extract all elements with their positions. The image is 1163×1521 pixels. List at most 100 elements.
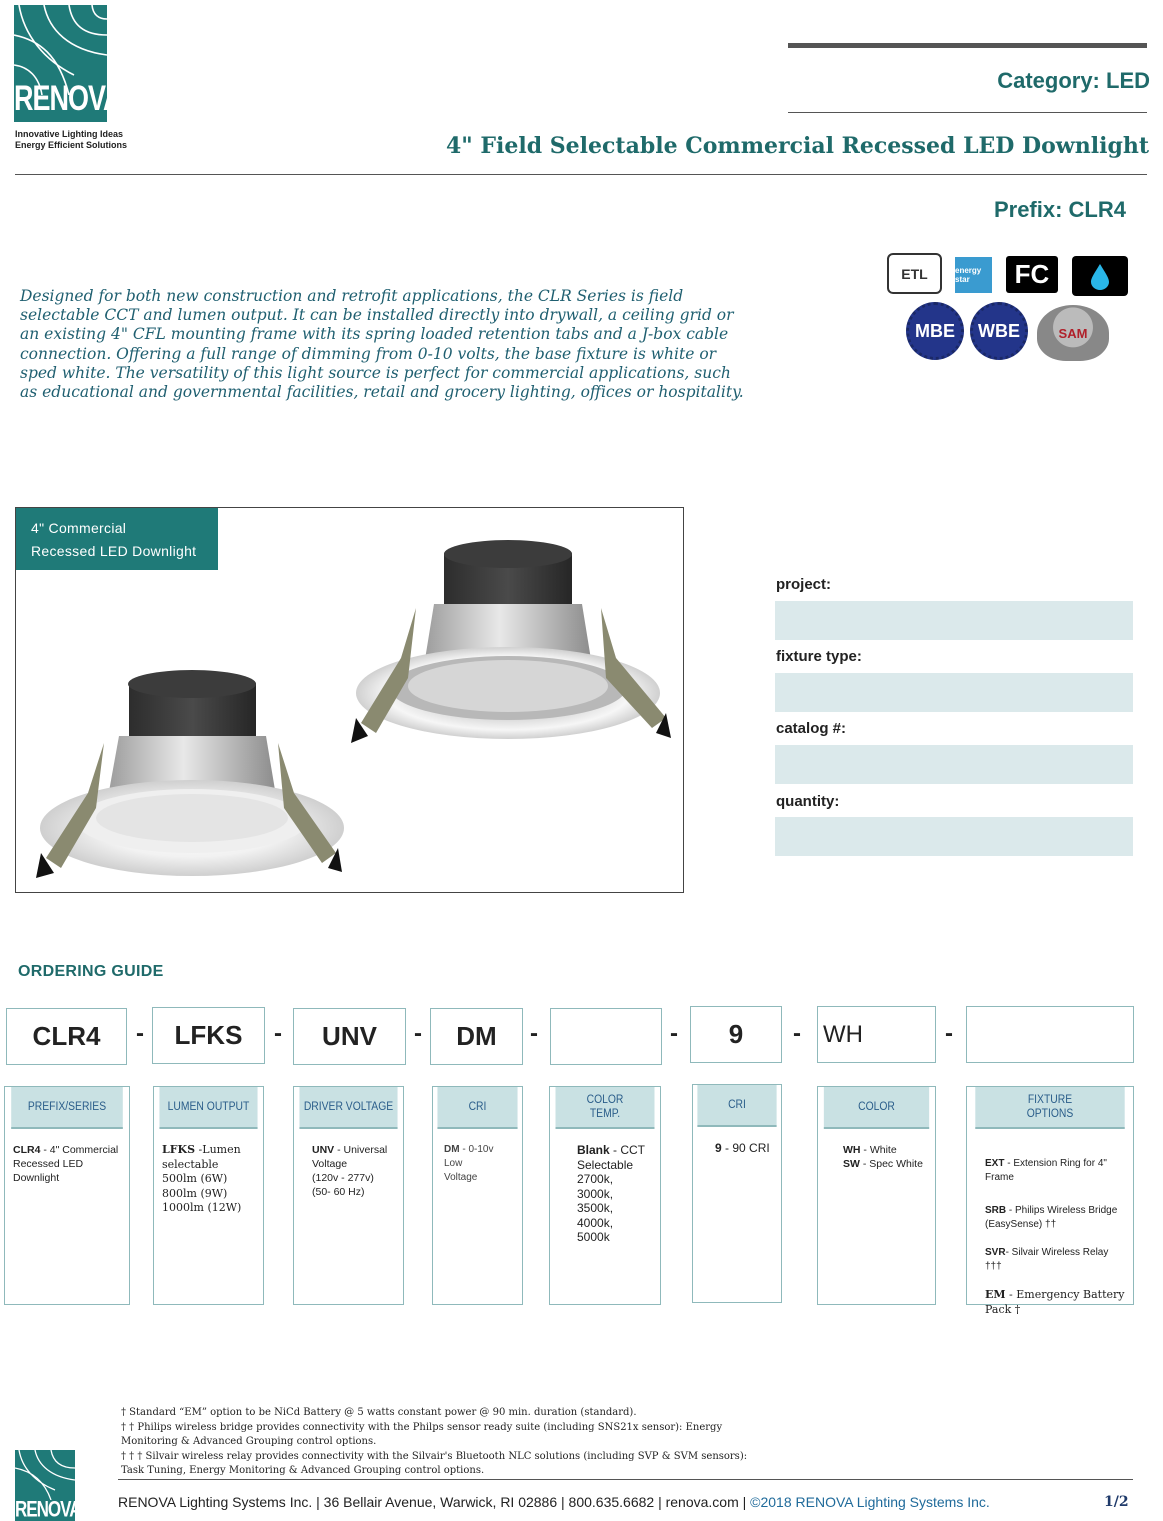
column-body: CLR4 - 4" Commercial Recessed LED Downli… <box>5 1129 129 1185</box>
column-body: LFKS -Lumen selectable 500lm (6W) 800lm … <box>154 1129 263 1216</box>
wbe-certified-icon: WBE <box>970 302 1028 360</box>
renova-logo: RENOVA <box>14 5 107 122</box>
sam-registered-icon: SAM <box>1037 305 1109 361</box>
option-code: Blank <box>577 1143 610 1157</box>
quantity-label: quantity: <box>776 793 840 810</box>
code-box-color: WH <box>817 1006 936 1063</box>
option-code: SW <box>843 1158 860 1170</box>
footnotes: † Standard “EM” option to be NiCd Batter… <box>121 1406 771 1479</box>
option-row: SVR- Silvair Wireless Relay ††† <box>985 1246 1125 1274</box>
code-box-color-temp <box>550 1008 662 1065</box>
column-body: Blank - CCT Selectable 2700k, 3000k, 350… <box>550 1129 660 1245</box>
option-text: - Extension Ring for 4" Frame <box>985 1158 1107 1183</box>
catalog-label: catalog #: <box>776 720 847 737</box>
column-header: COLOR TEMP. <box>555 1087 655 1129</box>
option-code: WH <box>843 1144 861 1156</box>
code-separator: - <box>136 1020 144 1047</box>
header-rule <box>15 174 1147 175</box>
column-body: EXT - Extension Ring for 4" Frame SRB - … <box>967 1129 1133 1331</box>
column-lumen-output: LUMEN OUTPUT LFKS -Lumen selectable 500l… <box>153 1086 264 1305</box>
product-description: Designed for both new construction and r… <box>20 287 744 402</box>
project-label: project: <box>776 576 832 593</box>
option-code: CLR4 <box>13 1144 41 1156</box>
option-code: 9 <box>715 1141 722 1155</box>
footer-address: RENOVA Lighting Systems Inc. | 36 Bellai… <box>118 1494 751 1510</box>
option-code: LFKS <box>162 1143 196 1156</box>
option-row: SW - Spec White <box>843 1157 927 1171</box>
logo-wordmark: RENOVA <box>14 78 107 118</box>
quantity-field[interactable] <box>775 817 1133 856</box>
code-box-options <box>966 1006 1134 1063</box>
column-header: CRI <box>697 1085 777 1127</box>
column-header: PREFIX/SERIES <box>11 1087 123 1129</box>
column-header: FIXTURE OPTIONS <box>975 1087 1125 1129</box>
project-field[interactable] <box>775 601 1133 640</box>
category-rule <box>788 112 1147 113</box>
column-cri: CRI 9 - 90 CRI <box>692 1084 782 1303</box>
tagline-line-2: Energy Efficient Solutions <box>15 140 128 150</box>
brand-tagline: Innovative Lighting Ideas Energy Efficie… <box>15 129 127 151</box>
code-separator: - <box>274 1020 282 1047</box>
option-text: - Emergency Battery Pack † <box>985 1288 1125 1316</box>
mbe-certified-icon: MBE <box>906 302 964 360</box>
column-color-temp: COLOR TEMP. Blank - CCT Selectable 2700k… <box>549 1086 661 1305</box>
water-drop-icon <box>1091 264 1109 290</box>
footer-logo-wordmark: RENOVA <box>15 1497 75 1521</box>
option-row: SRB - Philips Wireless Bridge (EasySense… <box>985 1204 1125 1232</box>
option-code: UNV <box>312 1144 335 1156</box>
product-image-frame: 4" Commercial Recessed LED Downlight <box>15 507 684 893</box>
option-code: EXT <box>985 1158 1005 1169</box>
option-text: - Spec White <box>859 1158 923 1170</box>
tagline-line-1: Innovative Lighting Ideas <box>15 129 124 139</box>
option-code: DM <box>444 1144 460 1155</box>
option-text: - 90 CRI <box>721 1141 770 1155</box>
column-body: 9 - 90 CRI <box>693 1127 781 1155</box>
product-title: 4" Field Selectable Commercial Recessed … <box>445 133 1149 159</box>
code-separator: - <box>793 1020 801 1047</box>
column-cri-dimming: CRI DM - 0-10v Low Voltage <box>432 1086 523 1305</box>
code-separator: - <box>670 1020 678 1047</box>
footer-logo-arcs-icon <box>15 1450 75 1500</box>
category-heading: Category: LED <box>997 68 1150 93</box>
fixture-type-field[interactable] <box>775 673 1133 712</box>
option-code: SRB <box>985 1205 1007 1216</box>
column-color: COLOR WH - White SW - Spec White <box>817 1086 936 1305</box>
option-text: - White <box>860 1144 897 1156</box>
column-prefix-series: PREFIX/SERIES CLR4 - 4" Commercial Reces… <box>4 1086 130 1305</box>
code-box-voltage: UNV <box>293 1008 406 1065</box>
code-box-prefix: CLR4 <box>6 1008 127 1065</box>
code-separator: - <box>414 1020 422 1047</box>
column-fixture-options: FIXTURE OPTIONS EXT - Extension Ring for… <box>966 1086 1134 1316</box>
option-row: WH - White <box>843 1143 927 1157</box>
column-header: COLOR <box>823 1087 930 1129</box>
column-header: LUMEN OUTPUT <box>159 1087 258 1129</box>
footnote-em: † Standard “EM” option to be NiCd Batter… <box>121 1407 637 1418</box>
column-body: WH - White SW - Spec White <box>818 1129 935 1171</box>
column-body: UNV - Universal Voltage (120v - 277v) (5… <box>294 1129 403 1199</box>
downlight-photo-icon <box>36 540 671 878</box>
energy-star-icon: energy star <box>955 257 992 293</box>
footnote-srb: † † Philips wireless bridge provides con… <box>121 1421 723 1448</box>
column-header: DRIVER VOLTAGE <box>299 1087 398 1129</box>
footnote-svr: † † † Silvair wireless relay provides co… <box>121 1450 748 1477</box>
footer-copyright: ©2018 RENOVA Lighting Systems Inc. <box>750 1494 990 1510</box>
wet-location-icon <box>1072 256 1128 296</box>
footer-company-line: RENOVA Lighting Systems Inc. | 36 Bellai… <box>118 1494 990 1510</box>
fixture-type-label: fixture type: <box>776 648 862 665</box>
top-rule <box>788 43 1147 48</box>
column-header: CRI <box>437 1087 518 1129</box>
code-separator: - <box>530 1020 538 1047</box>
prefix-heading: Prefix: CLR4 <box>993 197 1126 222</box>
page-number: 1/2 <box>1104 1494 1129 1510</box>
code-box-lumen: LFKS <box>152 1007 265 1064</box>
footer-logo: RENOVA <box>15 1450 75 1521</box>
option-code: EM <box>985 1288 1006 1301</box>
etl-listed-icon: ETL <box>887 253 942 294</box>
ordering-guide-title: ORDERING GUIDE <box>18 963 164 980</box>
fcc-icon: FC <box>1006 256 1058 293</box>
code-box-cri: 9 <box>690 1006 782 1063</box>
column-driver-voltage: DRIVER VOLTAGE UNV - Universal Voltage (… <box>293 1086 404 1305</box>
catalog-field[interactable] <box>775 745 1133 784</box>
footer-rule <box>118 1479 1133 1480</box>
option-row: EXT - Extension Ring for 4" Frame <box>985 1157 1125 1185</box>
